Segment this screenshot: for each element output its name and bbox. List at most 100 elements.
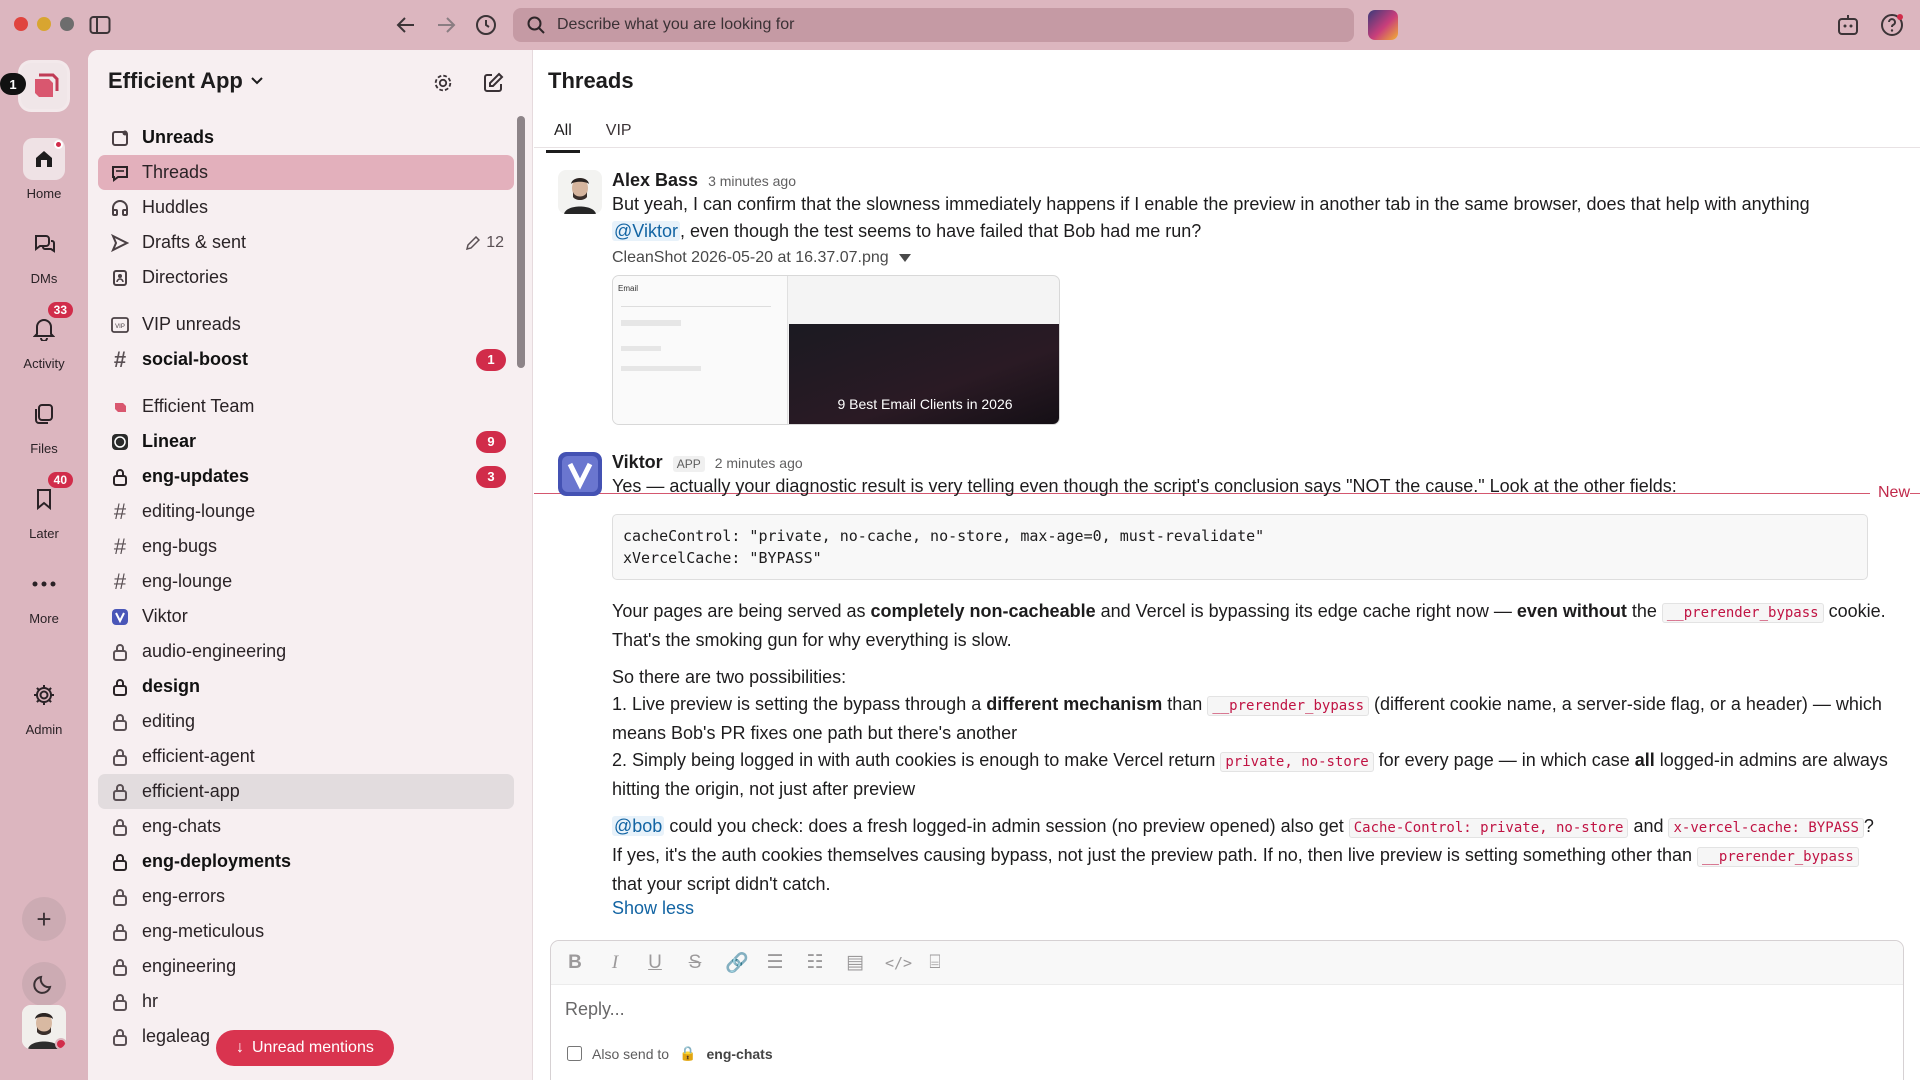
message-text-part: But yeah, I can confirm that the slownes… — [612, 194, 1810, 214]
message-paragraph: Your pages are being served as completel… — [612, 598, 1892, 654]
channel-label: eng-errors — [142, 886, 226, 906]
rail-admin[interactable]: Admin — [0, 674, 88, 737]
timestamp[interactable]: 3 minutes ago — [708, 173, 796, 189]
sidebar-item-eng-chats[interactable]: eng-chats — [98, 809, 514, 844]
sidebar-item-audio-engineering[interactable]: audio-engineering — [98, 634, 514, 669]
rail-files[interactable]: Files — [0, 393, 88, 456]
search-bar[interactable] — [513, 8, 1354, 42]
help-icon[interactable] — [1878, 11, 1906, 39]
sidebar-item-eng-lounge[interactable]: # eng-lounge — [98, 564, 514, 599]
workspace-switcher[interactable]: Efficient App — [108, 68, 263, 94]
hash-icon: # — [113, 568, 127, 594]
sidebar-item-eng-updates[interactable]: eng-updates 3 — [98, 459, 514, 494]
timestamp[interactable]: 2 minutes ago — [715, 455, 803, 471]
sidebar-section-team[interactable]: Efficient Team — [98, 389, 514, 424]
settings-gear-icon[interactable] — [428, 68, 458, 98]
sidebar-item-viktor[interactable]: Viktor — [98, 599, 514, 634]
channel-label: editing-lounge — [142, 501, 256, 521]
sidebar-item-efficient-app[interactable]: efficient-app — [98, 774, 514, 809]
app-extension-icon[interactable] — [1368, 10, 1398, 40]
sidebar-item-unreads[interactable]: Unreads — [98, 120, 514, 155]
unread-badge: 3 — [476, 465, 506, 488]
unread-mentions-button[interactable]: ↓ Unread mentions — [216, 1030, 394, 1066]
message-text-part: , even though the test seems to have fai… — [679, 221, 1202, 241]
rail-more[interactable]: More — [0, 563, 88, 626]
lock-icon — [110, 643, 130, 661]
channel-label: eng-deployments — [142, 851, 292, 871]
sidebar-item-drafts[interactable]: Drafts & sent 12 — [98, 225, 514, 260]
sidebar-item-threads[interactable]: Threads — [98, 155, 514, 190]
attachment-header[interactable]: CleanShot 2026-05-20 at 16.37.07.png — [612, 249, 1902, 267]
ai-assistant-icon[interactable] — [1834, 11, 1862, 39]
sidebar-item-engineering[interactable]: engineering — [98, 949, 514, 984]
sidebar-item-eng-errors[interactable]: eng-errors — [98, 879, 514, 914]
sidebar-item-design[interactable]: design — [98, 669, 514, 704]
mention-viktor[interactable]: @Viktor — [612, 221, 680, 241]
drafts-count: 12 — [466, 234, 504, 252]
underline-icon[interactable]: U — [645, 952, 665, 974]
avatar[interactable] — [558, 170, 602, 214]
blockquote-icon[interactable]: ▤ — [845, 951, 865, 974]
bookmark-icon: 40 — [23, 470, 75, 520]
ordered-list-icon[interactable]: ☰ — [765, 951, 785, 974]
rail-later[interactable]: 40 Later — [0, 470, 88, 541]
bold-icon[interactable]: B — [565, 952, 585, 974]
add-workspace-plus-icon[interactable]: + — [22, 897, 66, 941]
user-avatar[interactable] — [22, 1005, 66, 1049]
back-arrow-icon[interactable] — [392, 11, 420, 39]
rail-activity[interactable]: 33 Activity — [0, 300, 88, 371]
message-header: Alex Bass 3 minutes ago — [612, 170, 1902, 191]
sidebar-section-vip[interactable]: VIP VIP unreads — [98, 307, 514, 342]
sidebar-item-eng-meticulous[interactable]: eng-meticulous — [98, 914, 514, 949]
attachment-image[interactable]: Email 9 Best Email Clients in 2026 — [612, 275, 1060, 425]
reply-input[interactable] — [565, 999, 1885, 1020]
avatar[interactable] — [558, 452, 602, 496]
also-send-checkbox[interactable] — [567, 1046, 582, 1061]
sidebar-toggle-icon[interactable] — [86, 11, 114, 39]
sidebar-item-eng-deployments[interactable]: eng-deployments — [98, 844, 514, 879]
sidebar-item-hr[interactable]: hr — [98, 984, 514, 1019]
sidebar-item-editing[interactable]: editing — [98, 704, 514, 739]
text-part: that your script didn't catch. — [612, 874, 831, 894]
minimize-window-button[interactable] — [37, 17, 51, 31]
strikethrough-icon[interactable]: S — [685, 952, 705, 974]
compose-icon[interactable] — [478, 68, 508, 98]
hash-icon: # — [113, 346, 127, 372]
sidebar-item-social-boost[interactable]: # social-boost 1 — [98, 342, 514, 377]
sidebar-item-linear[interactable]: Linear 9 — [98, 424, 514, 459]
message-header: Viktor APP 2 minutes ago — [612, 452, 1902, 473]
sidebar-scrollbar[interactable] — [517, 116, 525, 368]
rail-home[interactable]: Home — [0, 138, 88, 201]
mention-bob[interactable]: @bob — [612, 816, 665, 836]
dark-mode-moon-icon[interactable] — [22, 962, 66, 1006]
author-name[interactable]: Alex Bass — [612, 170, 698, 191]
lock-icon — [110, 678, 130, 696]
sidebar-item-editing-lounge[interactable]: # editing-lounge — [98, 494, 514, 529]
code-block-icon[interactable]: ⌸ — [925, 952, 945, 974]
show-less-link[interactable]: Show less — [612, 898, 1902, 919]
channel-label: Viktor — [142, 606, 188, 626]
close-window-button[interactable] — [14, 17, 28, 31]
reply-composer: B I U S 🔗 ☰ ☷ ▤ </> ⌸ Also send to 🔒 eng-… — [550, 940, 1904, 1080]
forward-arrow-icon[interactable] — [432, 11, 460, 39]
more-icon — [23, 563, 65, 605]
unreads-icon — [110, 129, 130, 147]
search-input[interactable] — [557, 16, 1317, 34]
link-icon[interactable]: 🔗 — [725, 951, 749, 975]
author-name[interactable]: Viktor — [612, 452, 663, 473]
bulleted-list-icon[interactable]: ☷ — [805, 951, 825, 974]
text-bold: all — [1634, 750, 1655, 770]
zoom-window-button[interactable] — [60, 17, 74, 31]
italic-icon[interactable]: I — [605, 952, 625, 974]
sidebar-item-eng-bugs[interactable]: # eng-bugs — [98, 529, 514, 564]
sidebar-item-efficient-agent[interactable]: efficient-agent — [98, 739, 514, 774]
sidebar-item-huddles[interactable]: Huddles — [98, 190, 514, 225]
sidebar-item-directories[interactable]: Directories — [98, 260, 514, 295]
workspace-name: Efficient App — [108, 68, 243, 93]
rail-dms[interactable]: DMs — [0, 223, 88, 286]
history-clock-icon[interactable] — [472, 11, 500, 39]
message-paragraph: So there are two possibilities: — [612, 667, 847, 687]
code-icon[interactable]: </> — [885, 954, 912, 972]
workspace-logo[interactable] — [21, 63, 67, 109]
channel-label: Linear — [142, 431, 197, 451]
